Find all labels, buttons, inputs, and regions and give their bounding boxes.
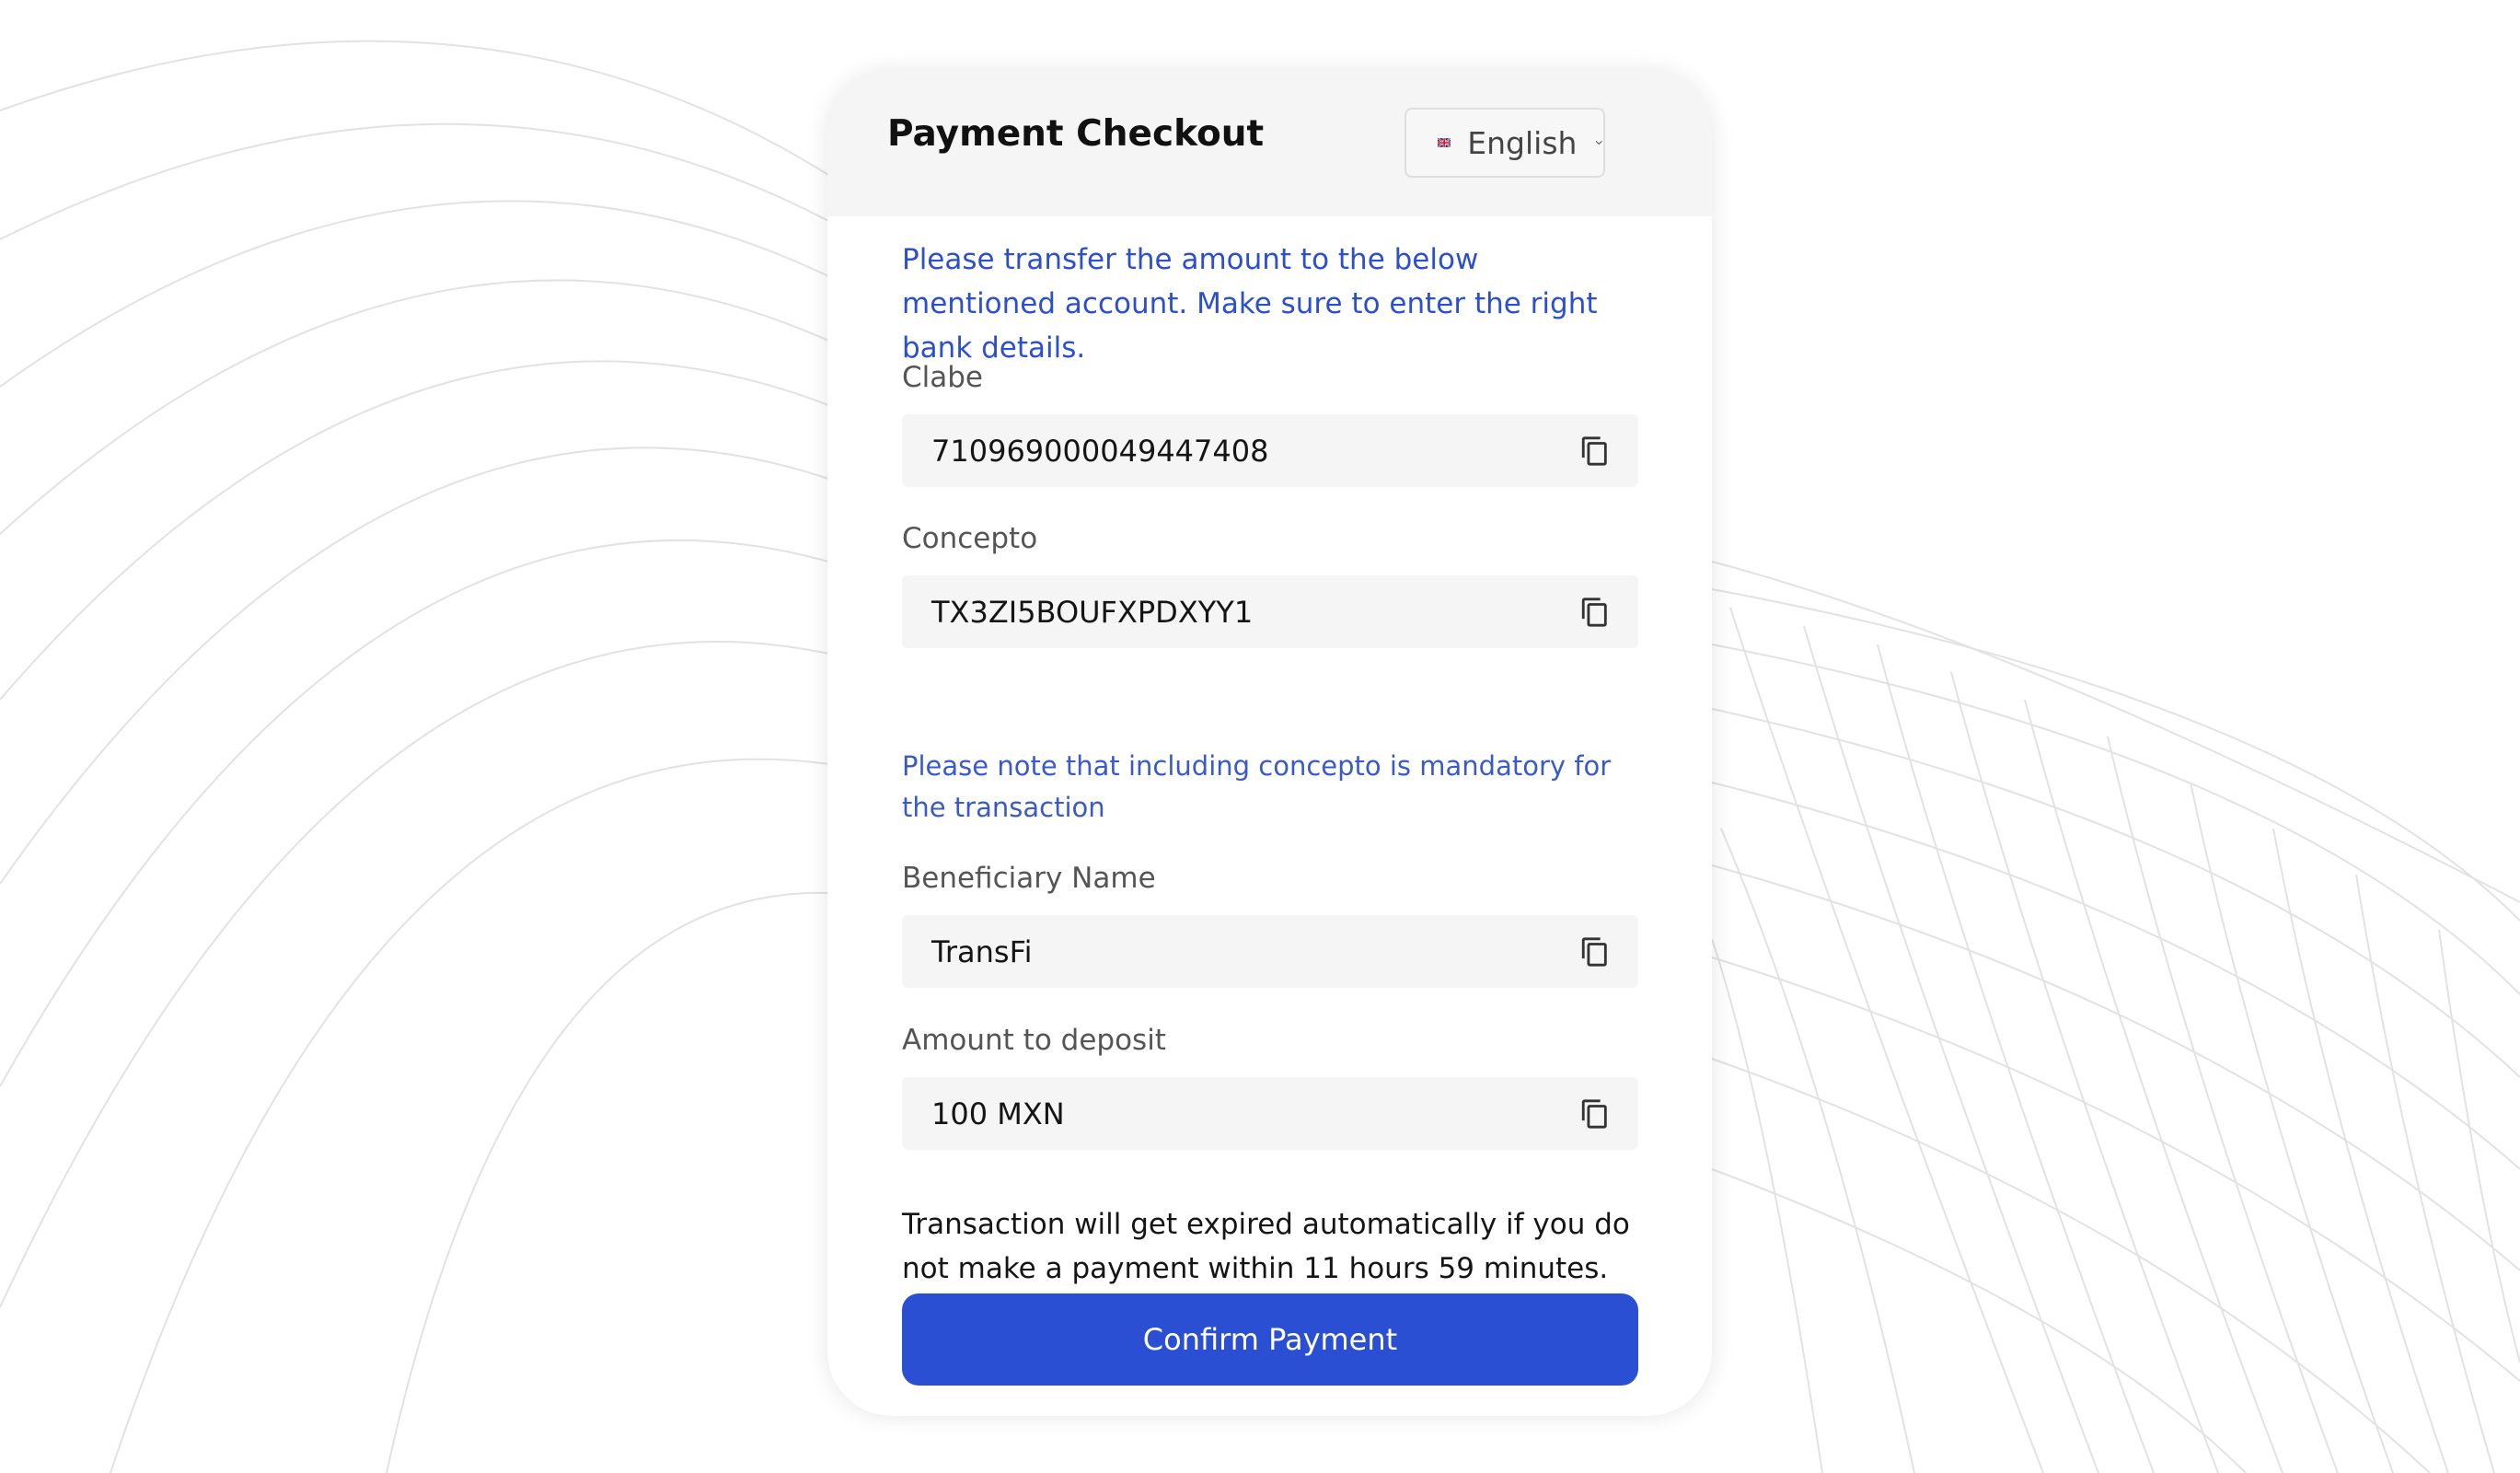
chevron-down-icon <box>1596 141 1603 145</box>
language-selector[interactable]: English <box>1404 108 1605 178</box>
copy-icon[interactable] <box>1579 435 1611 468</box>
confirm-payment-button[interactable]: Confirm Payment <box>902 1293 1638 1386</box>
field-value: TX3ZI5BOUFXPDXYY1 <box>931 594 1254 630</box>
concepto-note: Please note that including concepto is m… <box>902 750 1612 823</box>
copy-icon[interactable] <box>1579 935 1611 968</box>
field-label: Beneficiary Name <box>902 862 1156 895</box>
field-beneficiary-name: Beneficiary Name TransFi <box>902 860 1638 988</box>
field-value-box: TX3ZI5BOUFXPDXYY1 <box>902 575 1638 648</box>
payment-checkout-card: Payment Checkout English Please transfer… <box>827 71 1712 1416</box>
field-amount-to-deposit: Amount to deposit 100 MXN <box>902 1022 1638 1150</box>
language-label: English <box>1467 124 1578 161</box>
transfer-instructions: Please transfer the amount to the below … <box>902 243 1598 365</box>
field-value: TransFi <box>931 934 1033 969</box>
field-value-box: TransFi <box>902 915 1638 988</box>
page-title: Payment Checkout <box>887 113 1265 155</box>
field-label: Clabe <box>902 361 984 394</box>
field-value: 100 MXN <box>931 1096 1065 1131</box>
copy-icon[interactable] <box>1579 596 1611 629</box>
field-concepto: Concepto TX3ZI5BOUFXPDXYY1 <box>902 520 1638 648</box>
copy-icon[interactable] <box>1579 1097 1611 1131</box>
field-label: Amount to deposit <box>902 1024 1166 1057</box>
field-value-box: 100 MXN <box>902 1077 1638 1150</box>
field-clabe: Clabe 710969000049447408 <box>902 359 1638 487</box>
field-label: Concepto <box>902 522 1038 555</box>
uk-flag-icon <box>1438 137 1451 148</box>
page: Payment Checkout English Please transfer… <box>0 0 2520 1473</box>
card-header: Payment Checkout English <box>827 71 1712 216</box>
field-value: 710969000049447408 <box>931 433 1269 469</box>
field-value-box: 710969000049447408 <box>902 414 1638 487</box>
expiry-notice: Transaction will get expired automatical… <box>902 1208 1630 1285</box>
